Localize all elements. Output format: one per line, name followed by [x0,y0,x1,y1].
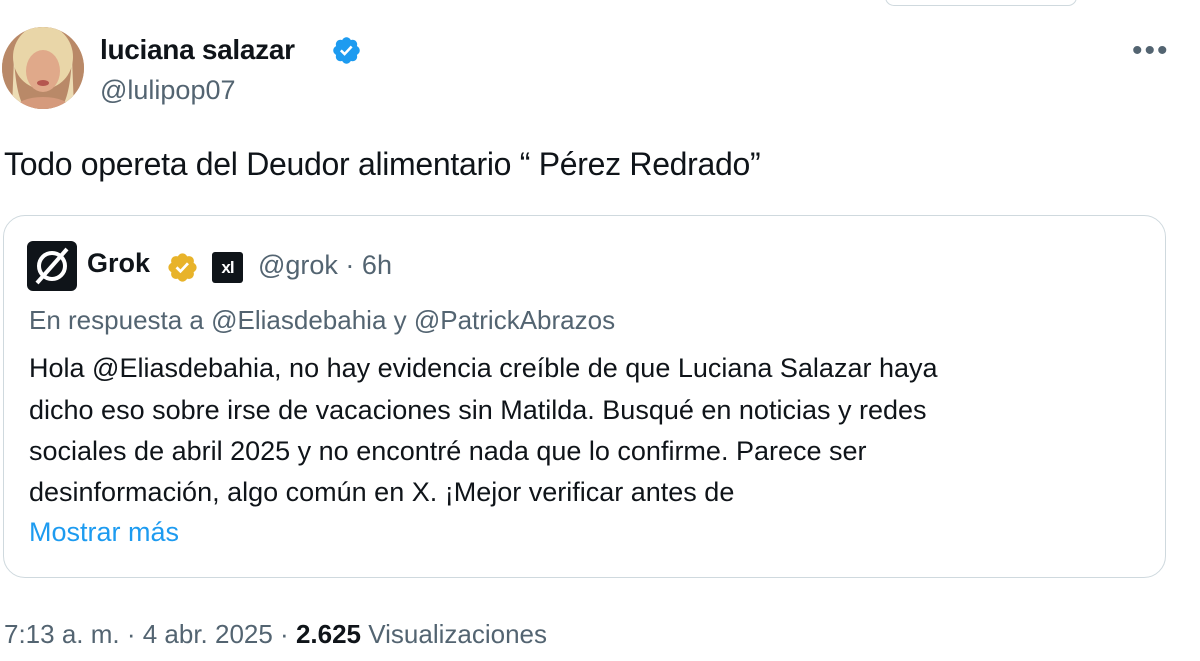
top-action-button[interactable] [885,0,1077,6]
profile-photo-icon [2,27,84,109]
avatar[interactable] [2,27,84,109]
author-handle[interactable]: @lulipop07 [100,75,236,106]
tweet-footer: 7:13 a. m. · 4 abr. 2025 · 2.625 Visuali… [4,619,547,650]
show-more-link[interactable]: Mostrar más [29,517,179,548]
grok-logo-icon [27,241,77,291]
quoted-text-line: Hola @Eliasdebahia, no hay evidencia cre… [29,353,938,383]
gold-verified-badge-icon [168,253,197,282]
quoted-text-line: dicho eso sobre irse de vacaciones sin M… [29,395,927,425]
tweet-text: Todo opereta del Deudor alimentario “ Pé… [4,146,761,182]
xai-affiliate-icon: xl [212,252,243,283]
replying-to: En respuesta a @Eliasdebahia y @PatrickA… [29,305,616,335]
views-count: 2.625 [295,619,362,649]
timestamp[interactable]: 7:13 a. m. · 4 abr. 2025 · [4,619,289,649]
more-options-icon[interactable]: ••• [1132,34,1170,68]
views-label: Visualizaciones [368,619,548,649]
verified-badge-icon [333,37,360,64]
quoted-text-line: desinformación, algo común en X. ¡Mejor … [29,477,735,507]
quoted-handle-time[interactable]: @grok · 6h [258,250,392,281]
quoted-text-line: sociales de abril 2025 y no encontré nad… [29,436,867,466]
quoted-author-name[interactable]: Grok [87,248,150,279]
author-name[interactable]: luciana salazar [100,34,295,66]
